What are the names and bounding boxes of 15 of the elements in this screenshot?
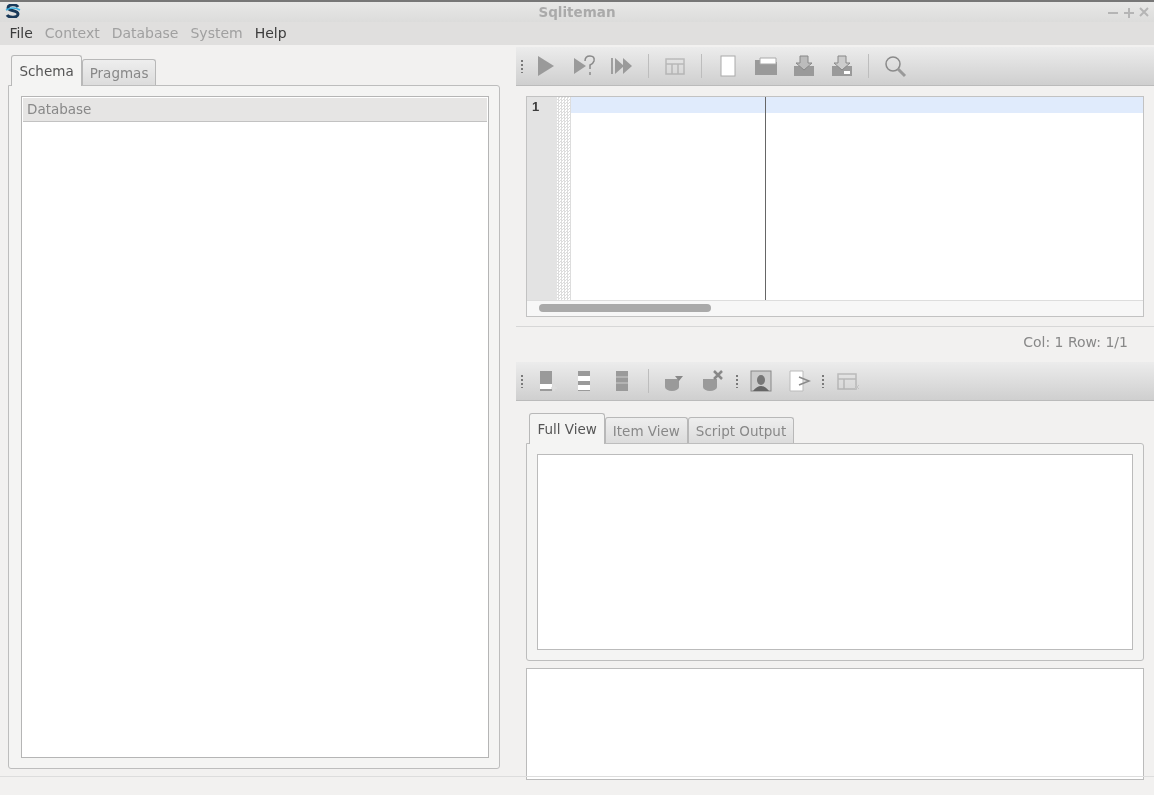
- tab[interactable]: Script Output: [687, 417, 795, 444]
- menu-item[interactable]: Help: [248, 22, 293, 45]
- cursor-position: Col: 1 Row: 1/1: [516, 326, 1154, 356]
- menu-item[interactable]: File: [3, 22, 39, 45]
- tab[interactable]: Pragmas: [81, 59, 157, 86]
- window-title: Sqliteman: [538, 3, 616, 22]
- tab[interactable]: Schema: [11, 55, 82, 87]
- portrait-image-icon: [747, 367, 775, 395]
- app-logo-icon: [5, 4, 21, 18]
- column-header[interactable]: Database: [23, 98, 487, 123]
- line-number: 1: [532, 98, 541, 116]
- code-editor[interactable]: [571, 97, 1143, 300]
- tab[interactable]: Full View: [529, 413, 605, 445]
- tab[interactable]: Item View: [604, 417, 688, 444]
- horizontal-scrollbar[interactable]: [527, 300, 1143, 316]
